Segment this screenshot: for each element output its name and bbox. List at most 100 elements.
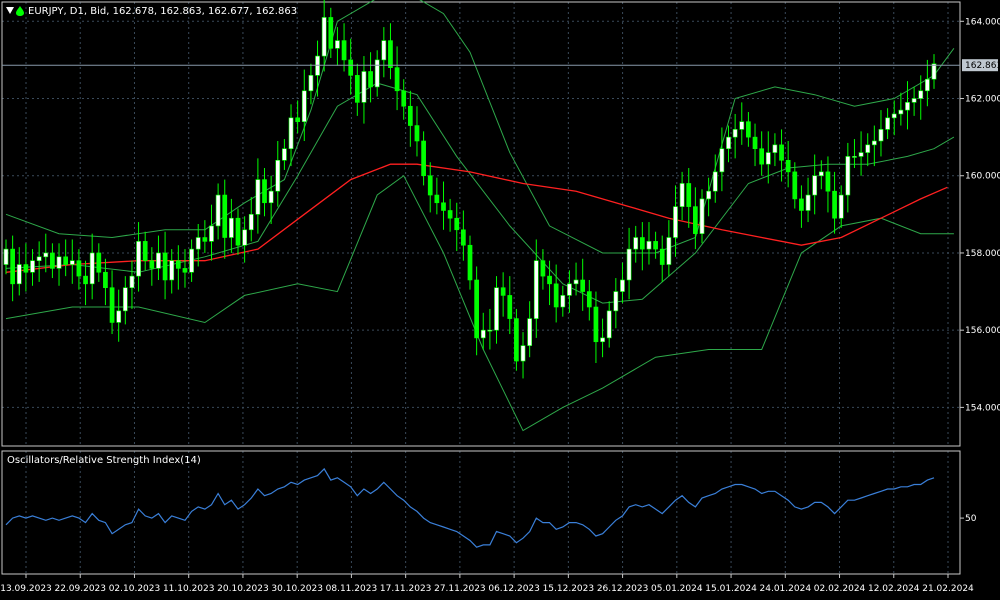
candle-body <box>36 256 42 261</box>
candle-body <box>560 295 566 308</box>
candle-body <box>83 275 88 285</box>
candle-body <box>719 148 725 173</box>
candle-body <box>891 113 897 119</box>
date-tick-label: 13.09.2023 <box>0 584 52 594</box>
candle-body <box>732 129 738 138</box>
rsi-level-label: 50 <box>965 514 977 524</box>
date-tick-label: 11.10.2023 <box>163 584 215 594</box>
candle-body <box>666 237 672 265</box>
candle-body <box>122 287 128 312</box>
candle-body <box>43 252 49 258</box>
candle-body <box>858 152 864 157</box>
candle-body <box>686 183 692 207</box>
candle-body <box>646 241 652 250</box>
candle-body <box>825 171 831 192</box>
candle-body <box>567 283 572 296</box>
date-tick-label: 22.09.2023 <box>54 584 106 594</box>
date-tick-label: 05.01.2024 <box>651 584 703 594</box>
candle-body <box>282 148 287 161</box>
candle-body <box>414 125 420 142</box>
candle-body <box>726 136 731 150</box>
candle-body <box>805 194 811 211</box>
chart-canvas[interactable]: 162.863 164.000 162.000 160.000 158.000 156.… <box>0 0 1000 600</box>
candle-body <box>136 241 141 277</box>
candle-body <box>474 279 479 339</box>
candle-body <box>76 260 82 277</box>
candle-body <box>3 248 9 265</box>
candle-body <box>759 148 765 165</box>
date-tick-label: 27.11.2023 <box>434 584 486 594</box>
candle-body <box>195 237 201 250</box>
candle-body <box>500 287 506 296</box>
candle-body <box>348 59 354 76</box>
candle-body <box>235 217 241 246</box>
chart-title: EURJPY, D1, Bid, 162.678, 162.863, 162.6… <box>28 6 297 17</box>
candle-body <box>341 40 347 61</box>
candle-body <box>639 237 645 250</box>
candle-body <box>441 202 446 211</box>
candle-body <box>865 144 871 153</box>
rsi-title: Oscillators/Relative Strength Index(14) <box>7 455 201 466</box>
candle-body <box>175 260 181 269</box>
candle-body <box>818 171 824 177</box>
candle-body <box>573 279 579 285</box>
candle-body <box>116 310 122 323</box>
candle-body <box>765 152 771 165</box>
candle-body <box>540 260 546 277</box>
candle-body <box>335 40 340 49</box>
date-tick-label: 30.10.2023 <box>271 584 323 594</box>
candle-body <box>182 268 188 273</box>
price-tick-label: 160.000 <box>965 172 1000 182</box>
candle-body <box>308 75 314 92</box>
candle-body <box>169 260 175 281</box>
date-tick-label: 15.12.2023 <box>543 584 595 594</box>
candle-body <box>374 59 380 88</box>
candle-body <box>673 206 678 238</box>
candle-body <box>268 190 274 204</box>
candle-body <box>361 71 367 103</box>
candle-body <box>586 291 592 308</box>
candle-body <box>911 98 917 103</box>
candle-body <box>613 291 619 312</box>
candle-body <box>427 175 433 196</box>
candle-body <box>103 271 108 289</box>
candle-body <box>447 210 453 219</box>
candle-body <box>514 318 519 362</box>
candle-body <box>547 275 552 285</box>
candle-body <box>533 260 539 319</box>
candle-body <box>89 252 95 285</box>
candle-body <box>659 248 665 265</box>
candle-body <box>275 159 281 192</box>
candle-body <box>494 287 499 331</box>
candle-body <box>620 279 625 292</box>
candle-body <box>779 144 784 161</box>
candle-body <box>746 121 751 138</box>
candle-body <box>454 217 460 231</box>
candle-body <box>56 256 62 269</box>
candle-body <box>461 229 466 246</box>
candle-body <box>752 136 758 150</box>
candle-body <box>248 214 254 231</box>
candle-body <box>30 260 35 273</box>
candle-body <box>832 190 837 219</box>
date-tick-label: 08.11.2023 <box>326 584 378 594</box>
candle-body <box>354 75 360 103</box>
candle-body <box>905 102 910 111</box>
date-tick-label: 21.02.2024 <box>922 584 974 594</box>
candle-body <box>162 252 168 281</box>
price-tick-label: 158.000 <box>965 249 1000 259</box>
candle-body <box>626 248 632 281</box>
candle-body <box>96 252 102 273</box>
candle-body <box>885 117 890 130</box>
candle-body <box>606 310 612 339</box>
candle-body <box>712 171 718 192</box>
candle-body <box>931 63 937 80</box>
candle-body <box>222 194 228 238</box>
candle-body <box>328 17 334 49</box>
candle-body <box>156 252 161 269</box>
candle-body <box>593 306 599 343</box>
candle-body <box>209 225 214 242</box>
candle-body <box>149 260 155 269</box>
candle-body <box>69 260 75 265</box>
candle-body <box>421 140 426 177</box>
